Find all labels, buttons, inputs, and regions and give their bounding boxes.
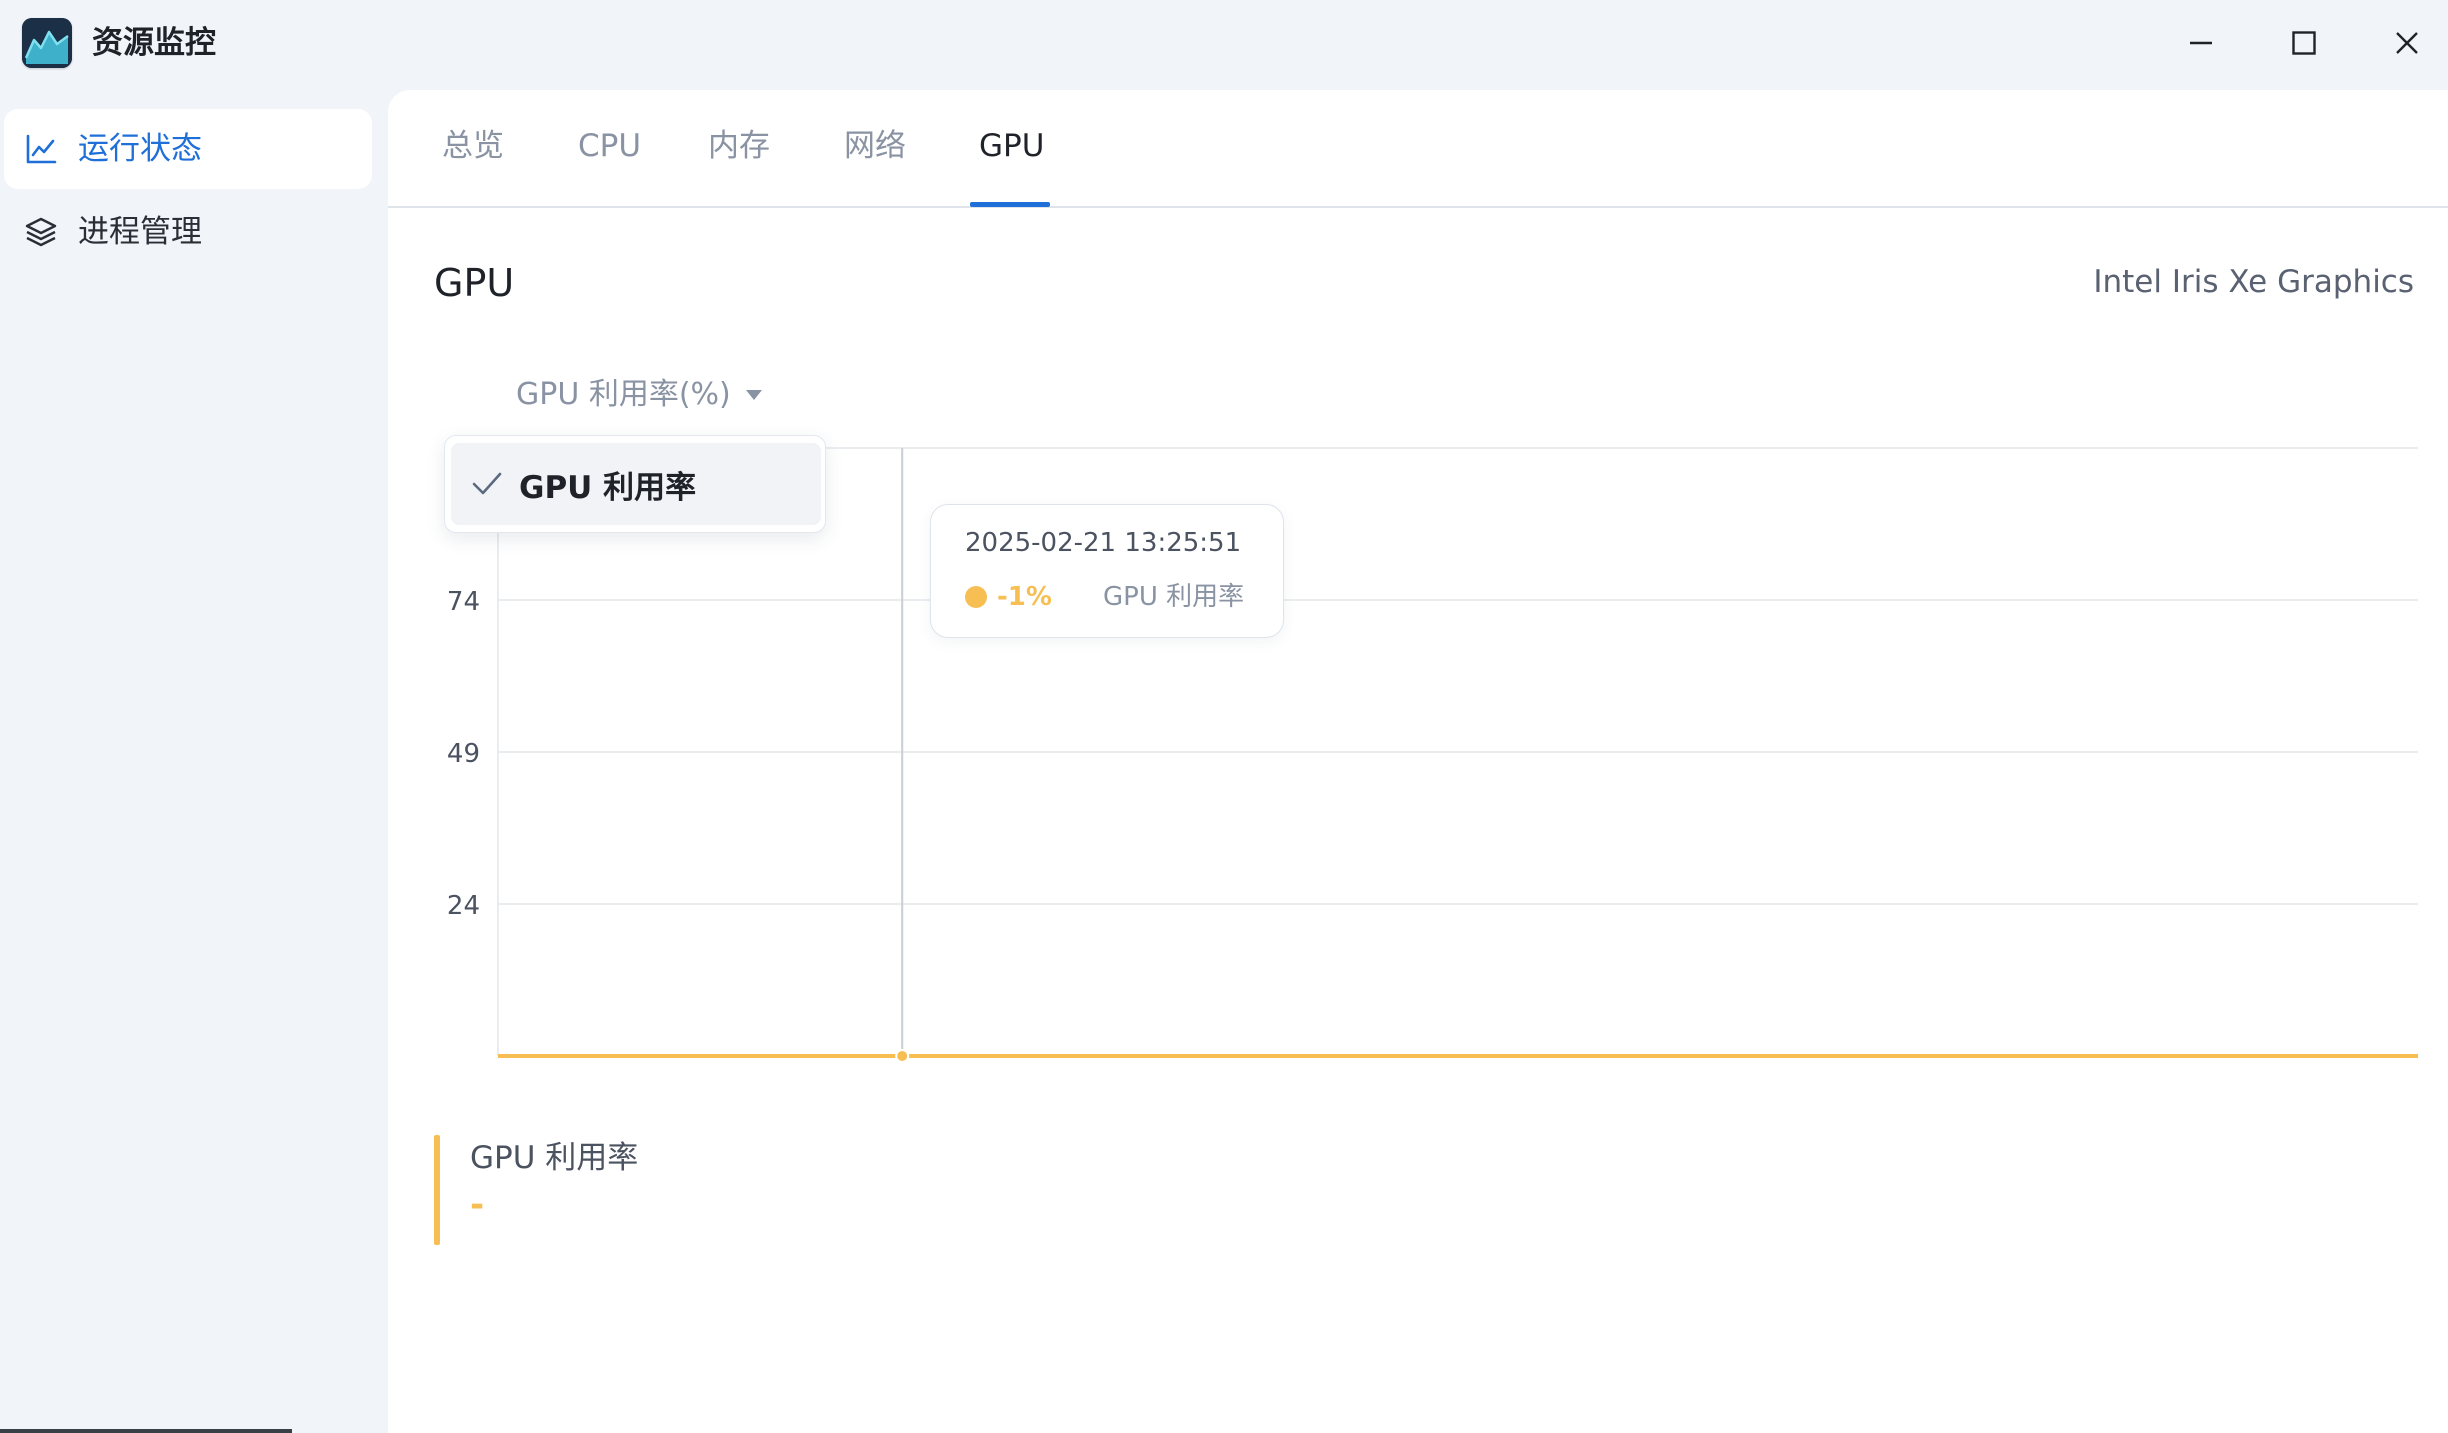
layers-icon [22, 213, 60, 251]
check-icon [471, 467, 505, 501]
title-bar: 资源监控 [0, 0, 2448, 88]
tooltip-time: 2025-02-21 13:25:51 [965, 528, 1242, 558]
maximize-button[interactable] [2273, 14, 2335, 72]
sidebar: 运行状态 进程管理 [0, 88, 388, 1433]
line-chart-icon [22, 130, 60, 168]
maximize-icon [2292, 31, 2316, 55]
gpu-usage-chart: 24 49 74 [447, 447, 2418, 1063]
main-panel: 总览 CPU 内存 网络 GPU GPU Intel Iris Xe Graph… [388, 90, 2448, 1433]
tooltip-series-name: GPU 利用率 [1103, 582, 1245, 612]
hover-point [895, 1049, 910, 1063]
dropdown-option-label: GPU 利用率 [519, 469, 697, 506]
sidebar-item-status[interactable]: 运行状态 [4, 109, 372, 189]
chart-area-logo-icon [22, 18, 72, 68]
tooltip-value: -1% [997, 582, 1052, 612]
sidebar-item-processes[interactable]: 进程管理 [4, 192, 372, 272]
chart-grid [497, 447, 2418, 1056]
minimize-button[interactable] [2170, 14, 2232, 72]
tooltip-series-dot [965, 586, 987, 608]
legend-series-name: GPU 利用率 [470, 1140, 639, 1176]
app-title: 资源监控 [92, 25, 216, 61]
minimize-icon [2190, 41, 2212, 45]
metric-select-value: GPU 利用率(%) [516, 377, 731, 412]
y-tick-label: 24 [447, 891, 480, 921]
metric-select[interactable]: GPU 利用率(%) [516, 370, 763, 412]
close-button[interactable] [2376, 14, 2438, 72]
legend-color-bar [434, 1135, 440, 1245]
legend-series-value: - [470, 1185, 485, 1225]
close-icon [2396, 32, 2418, 54]
taskbar-edge [0, 1429, 292, 1433]
chart-y-ticks: 24 49 74 [447, 587, 480, 921]
chart-series [498, 1049, 2418, 1063]
caret-down-icon [745, 374, 763, 409]
y-tick-label: 49 [447, 739, 480, 769]
sidebar-item-label: 进程管理 [78, 214, 202, 250]
sidebar-item-label: 运行状态 [78, 131, 202, 167]
dropdown-option-gpu-usage[interactable]: GPU 利用率 [451, 443, 821, 525]
metric-dropdown: GPU 利用率 [444, 435, 826, 533]
chart-tooltip: 2025-02-21 13:25:51 -1% GPU 利用率 [930, 504, 1284, 638]
y-tick-label: 74 [447, 587, 480, 617]
